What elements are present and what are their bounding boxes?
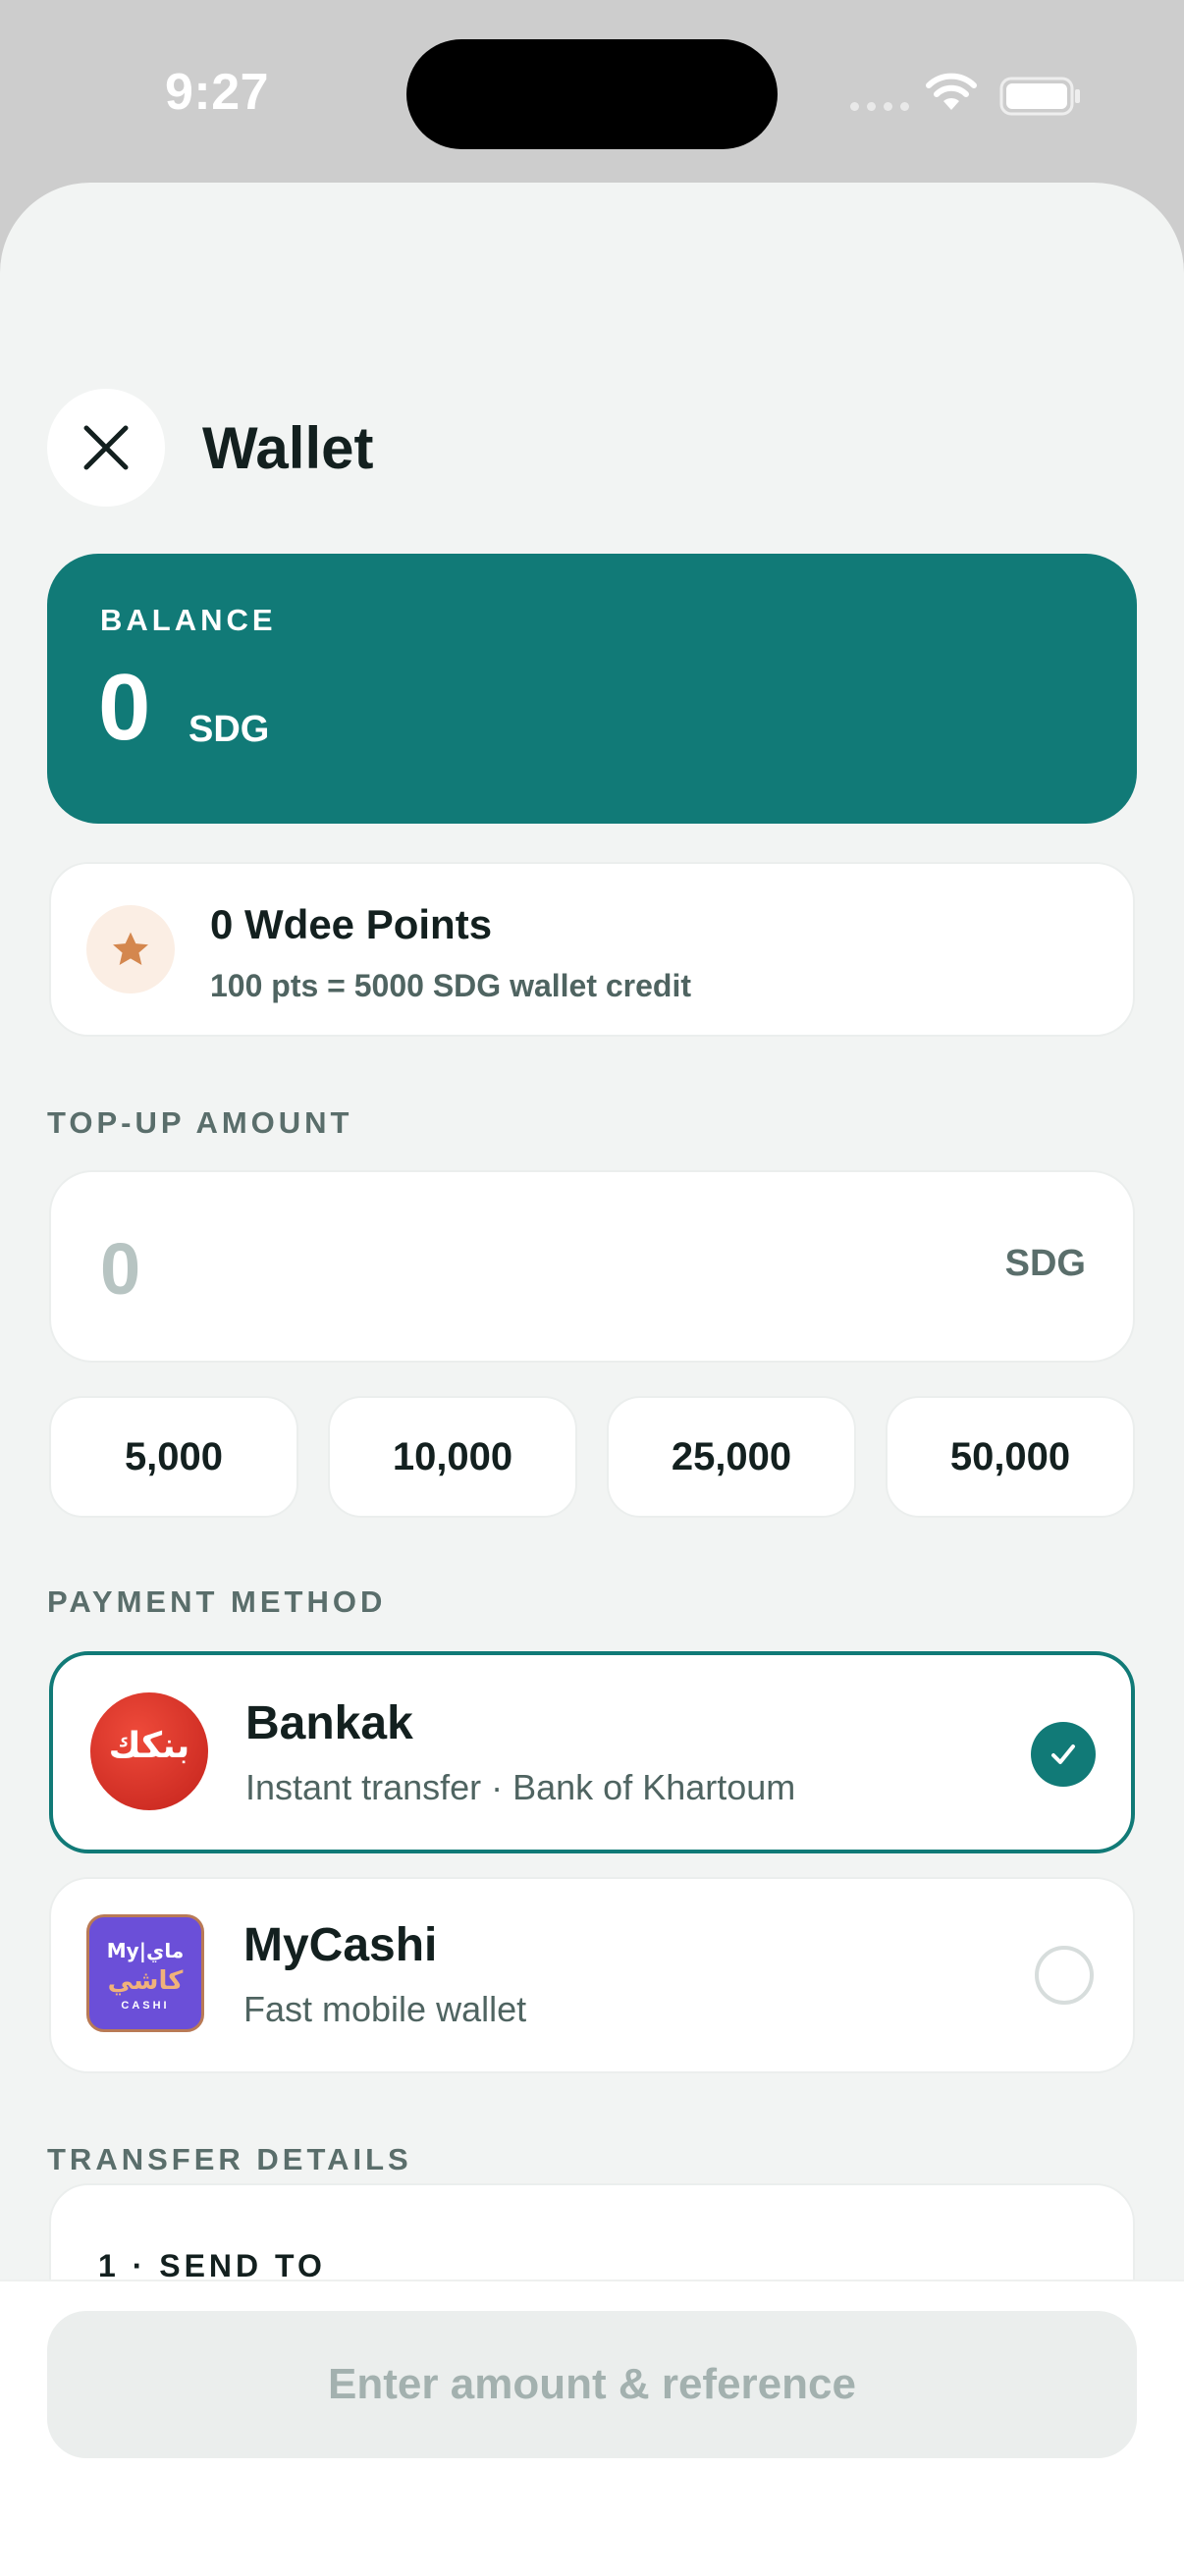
payment-name: MyCashi [243,1919,438,1971]
submit-button[interactable]: Enter amount & reference [47,2311,1137,2458]
payment-option-bankak[interactable]: بنكك Bankak Instant transfer · Bank of K… [49,1651,1135,1853]
amount-currency: SDG [1004,1243,1086,1284]
radio-checked-icon [1031,1722,1096,1787]
mycashi-logo: My|ماي كاشي CASHI [86,1914,204,2032]
balance-label: BALANCE [100,603,277,637]
points-card[interactable]: 0 Wdee Points 100 pts = 5000 SDG wallet … [49,862,1135,1037]
preset-chip-25000[interactable]: 25,000 [607,1396,856,1518]
amount-input-value: 0 [100,1228,141,1310]
cellular-signal-icon [850,102,909,111]
wifi-icon [926,73,977,110]
payment-section-label: PAYMENT METHOD [47,1584,387,1619]
points-subtitle: 100 pts = 5000 SDG wallet credit [210,968,692,1003]
wallet-sheet: Wallet BALANCE 0 SDG 0 Wdee Points 100 p… [0,183,1184,2574]
payment-name: Bankak [245,1697,413,1749]
bankak-logo: بنكك [90,1692,208,1810]
status-time: 9:27 [165,64,270,121]
radio-unchecked-icon [1035,1946,1094,2005]
bottom-action-bar: Enter amount & reference [0,2280,1184,2576]
mycashi-logo-text-mid: كاشي [107,1966,184,1996]
star-icon [86,905,175,993]
points-title: 0 Wdee Points [210,901,493,947]
topup-section-label: TOP-UP AMOUNT [47,1105,353,1140]
status-bar: 9:27 [0,0,1184,187]
preset-chip-5000[interactable]: 5,000 [49,1396,298,1518]
mycashi-logo-text-top: My|ماي [106,1939,185,1962]
balance-currency: SDG [188,709,270,750]
payment-description: Fast mobile wallet [243,1989,527,2029]
preset-chip-10000[interactable]: 10,000 [328,1396,577,1518]
balance-amount: 0 [98,655,151,760]
checkmark-icon [1051,1744,1075,1764]
dynamic-island [406,39,778,149]
close-button[interactable] [47,389,165,507]
page-title: Wallet [202,415,374,481]
payment-option-mycashi[interactable]: My|ماي كاشي CASHI MyCashi Fast mobile wa… [49,1877,1135,2073]
close-icon [83,425,129,470]
mycashi-logo-text-bottom: CASHI [121,2000,170,2012]
transfer-section-label: TRANSFER DETAILS [47,2142,412,2176]
bankak-logo-text: بنكك [108,1726,190,1766]
battery-icon [999,77,1080,116]
balance-card: BALANCE 0 SDG [47,554,1137,824]
amount-input[interactable]: 0 SDG [49,1170,1135,1363]
payment-description: Instant transfer · Bank of Khartoum [245,1767,796,1807]
preset-chip-50000[interactable]: 50,000 [886,1396,1135,1518]
